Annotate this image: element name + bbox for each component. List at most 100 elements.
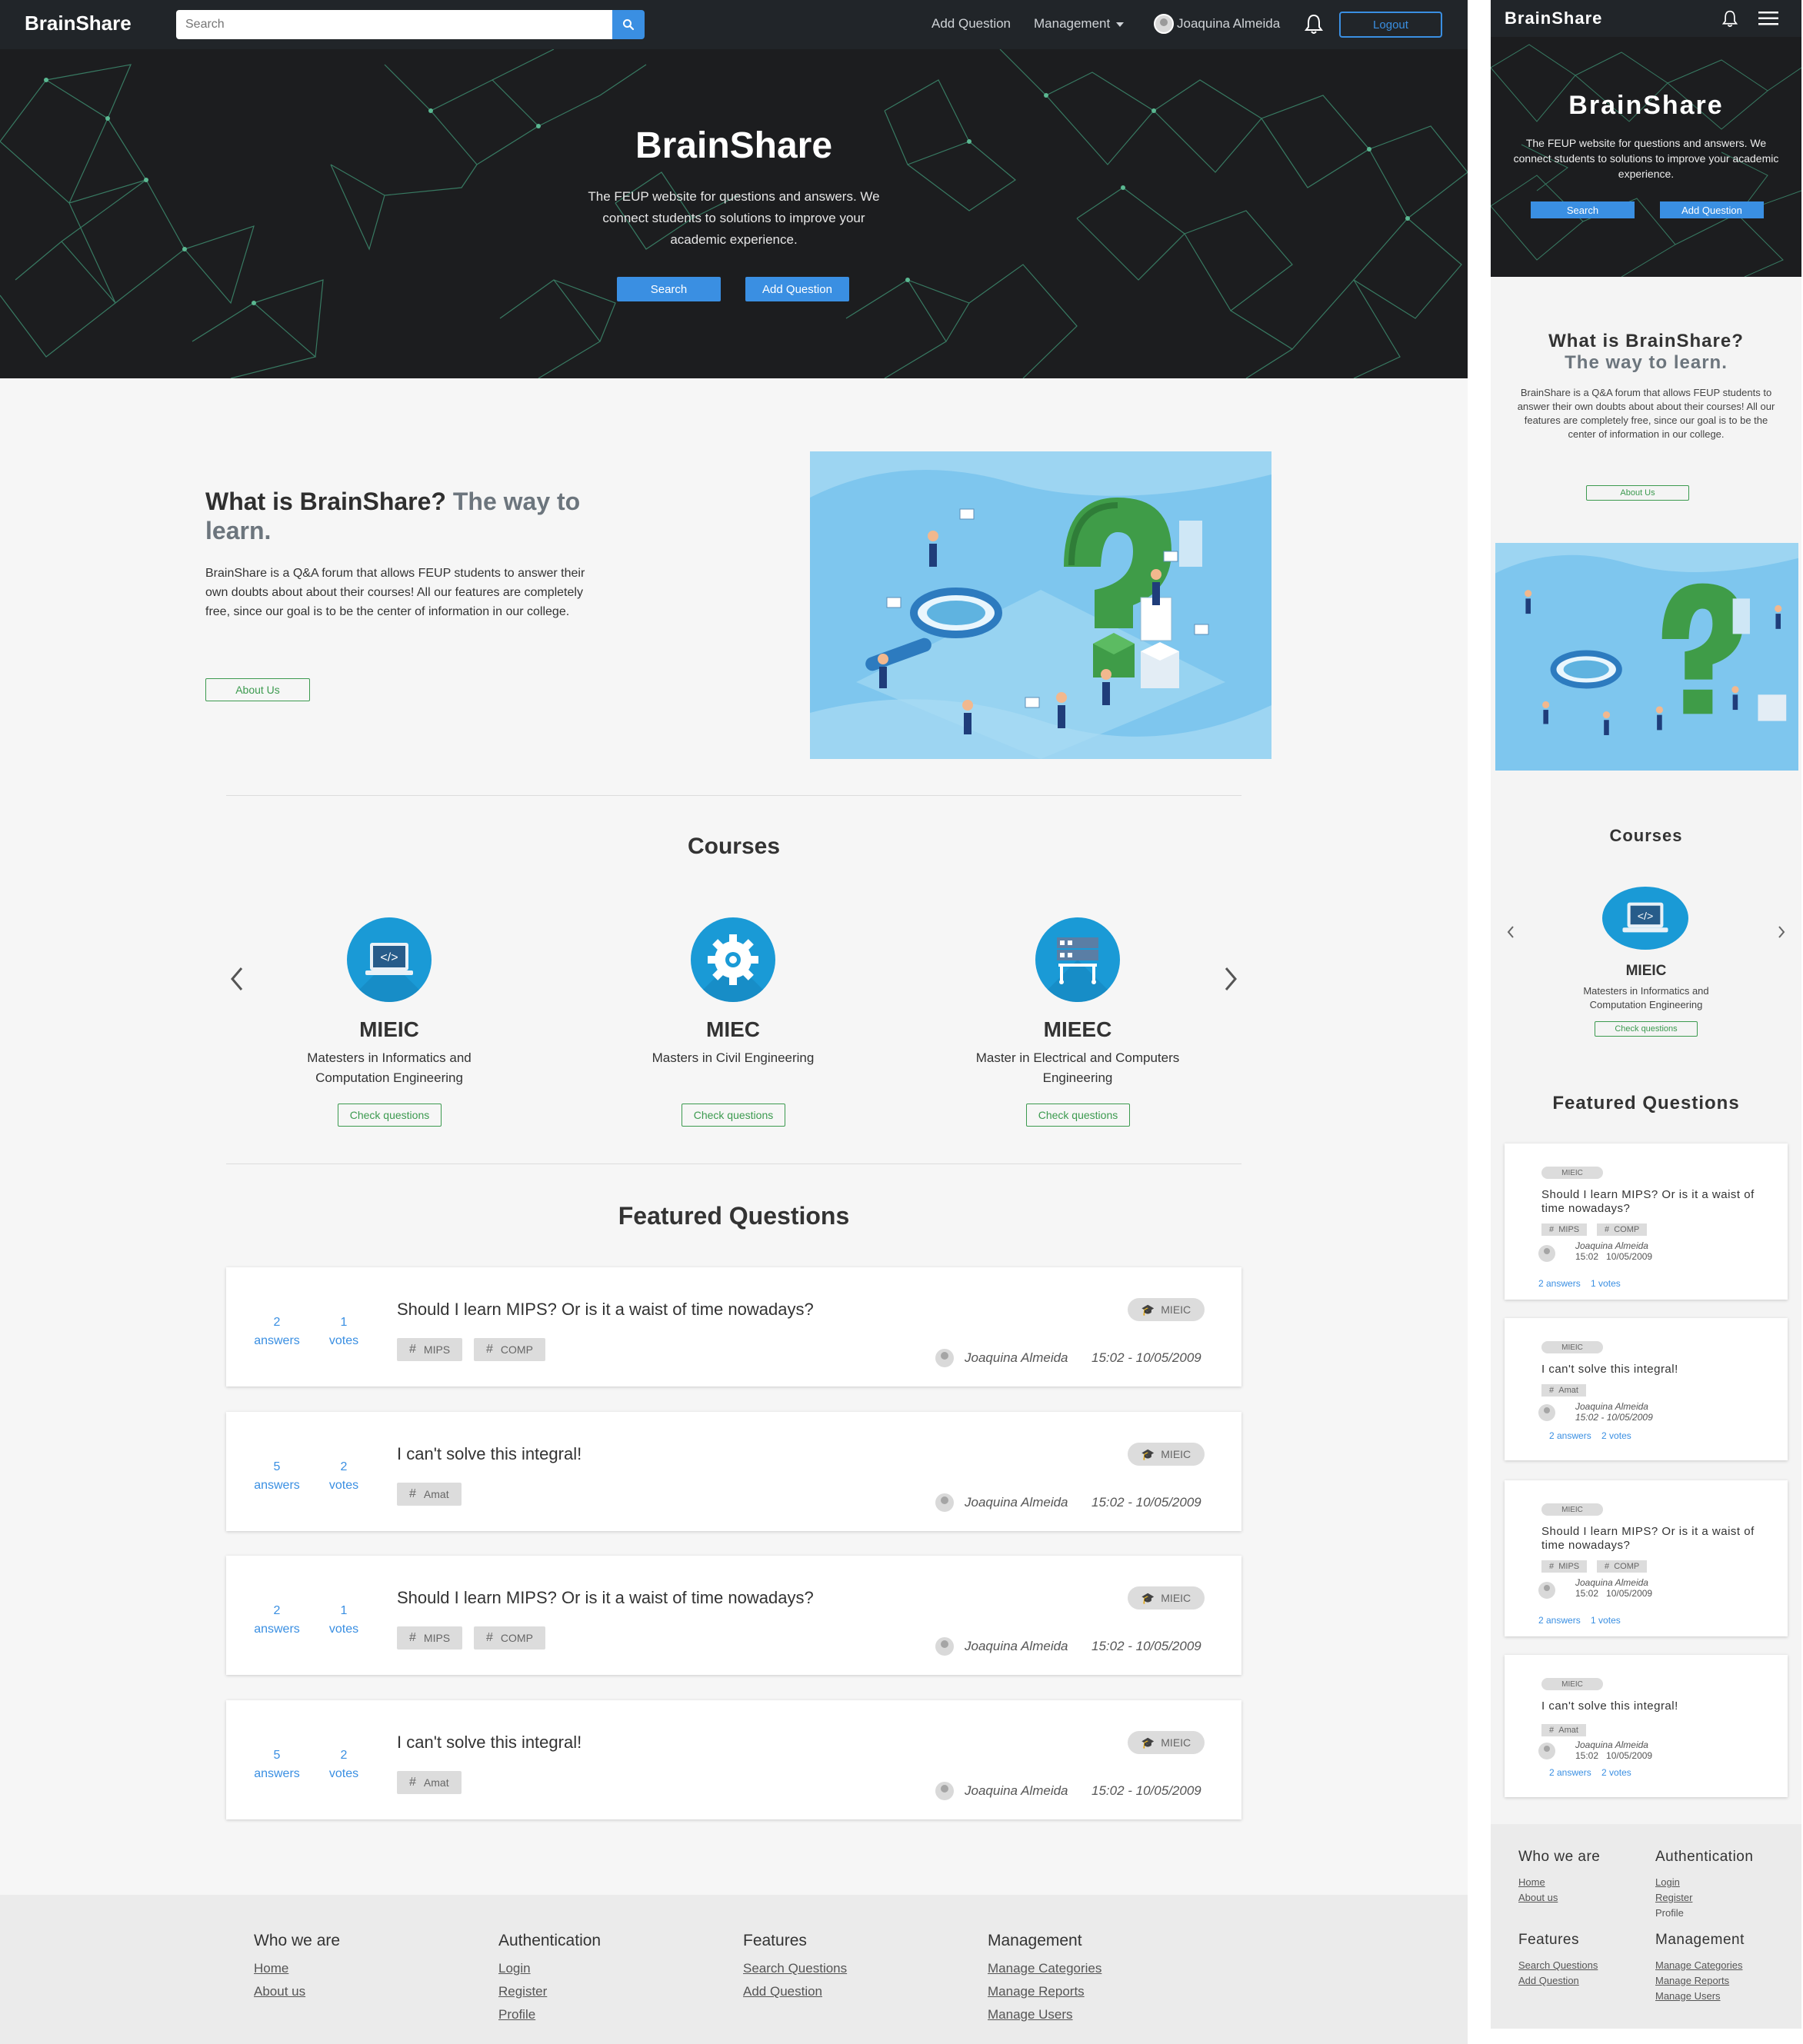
footer-link-about[interactable]: About us bbox=[254, 1984, 340, 1999]
course-badge[interactable]: 🎓 MIEIC bbox=[1128, 1586, 1205, 1610]
chevron-left-icon[interactable] bbox=[228, 966, 246, 992]
question-author[interactable]: Joaquina Almeida bbox=[1575, 1401, 1653, 1412]
tag-chip[interactable]: # Amat bbox=[397, 1483, 462, 1506]
tag-chip[interactable]: # Amat bbox=[1541, 1384, 1586, 1397]
question-author[interactable]: Joaquina Almeida bbox=[1575, 1240, 1652, 1251]
footer-link-register[interactable]: Register bbox=[498, 1984, 601, 1999]
tag-chip[interactable]: # COMP bbox=[1597, 1560, 1648, 1573]
footer-column-features: Features Search Questions Add Question bbox=[1518, 1932, 1598, 1990]
footer-link-login[interactable]: Login bbox=[498, 1961, 601, 1976]
votes-label: votes bbox=[328, 1623, 359, 1636]
question-title[interactable]: I can't solve this integral! bbox=[397, 1444, 582, 1464]
tag-chip[interactable]: # Amat bbox=[1541, 1724, 1586, 1736]
footer-link-manage-users[interactable]: Manage Users bbox=[988, 2007, 1101, 2022]
notification-bell-icon[interactable] bbox=[1304, 13, 1324, 38]
footer-link-manage-users[interactable]: Manage Users bbox=[1655, 1990, 1745, 2002]
avatar[interactable] bbox=[1154, 14, 1174, 34]
footer-link-manage-categories[interactable]: Manage Categories bbox=[988, 1961, 1101, 1976]
footer-link-register[interactable]: Register bbox=[1655, 1892, 1753, 1903]
question-title[interactable]: I can't solve this integral! bbox=[397, 1733, 582, 1753]
tag-chip[interactable]: # MIPS bbox=[397, 1338, 463, 1361]
question-title[interactable]: Should I learn MIPS? Or is it a waist of… bbox=[397, 1300, 814, 1320]
footer-link-manage-categories[interactable]: Manage Categories bbox=[1655, 1959, 1745, 1971]
question-card[interactable]: 2 answers 1 votes Should I learn MIPS? Or … bbox=[226, 1267, 1241, 1387]
question-card[interactable]: MIEIC I can't solve this integral! # Ama… bbox=[1505, 1655, 1788, 1797]
footer-link-about[interactable]: About us bbox=[1518, 1892, 1600, 1903]
course-badge[interactable]: MIEIC bbox=[1541, 1678, 1603, 1690]
question-card[interactable]: 5 answers 2 votes I can't solve this integ… bbox=[226, 1700, 1241, 1819]
question-meta: Joaquina Almeida 15:02 10/05/2009 bbox=[1575, 1240, 1652, 1262]
course-badge[interactable]: 🎓 MIEIC bbox=[1128, 1731, 1205, 1754]
hero-add-question-button[interactable]: Add Question bbox=[745, 277, 849, 301]
chevron-right-icon[interactable] bbox=[1221, 966, 1240, 992]
tag-chip[interactable]: # COMP bbox=[474, 1626, 545, 1650]
question-author[interactable]: Joaquina Almeida bbox=[965, 1495, 1068, 1510]
question-card[interactable]: MIEIC Should I learn MIPS? Or is it a wa… bbox=[1505, 1144, 1788, 1300]
question-title[interactable]: Should I learn MIPS? Or is it a waist of… bbox=[1541, 1188, 1765, 1216]
tag-chip[interactable]: # MIPS bbox=[1541, 1223, 1588, 1236]
footer-link-manage-reports[interactable]: Manage Reports bbox=[1655, 1975, 1745, 1986]
nav-management-dropdown[interactable]: Management bbox=[1034, 16, 1125, 32]
chevron-right-icon[interactable] bbox=[1777, 925, 1786, 939]
course-badge[interactable]: 🎓 MIEIC bbox=[1128, 1298, 1205, 1321]
tag-chip[interactable]: # MIPS bbox=[1541, 1560, 1588, 1573]
votes-value: 1 bbox=[340, 1604, 348, 1617]
brand-logo[interactable]: BrainShare bbox=[25, 12, 132, 35]
question-title[interactable]: I can't solve this integral! bbox=[1541, 1363, 1765, 1377]
footer-link-add-question[interactable]: Add Question bbox=[743, 1984, 847, 1999]
footer-link-add-question[interactable]: Add Question bbox=[1518, 1975, 1598, 1986]
question-card[interactable]: MIEIC I can't solve this integral! # Ama… bbox=[1505, 1318, 1788, 1460]
course-badge[interactable]: MIEIC bbox=[1541, 1341, 1603, 1353]
footer-link-profile[interactable]: Profile bbox=[498, 2007, 601, 2022]
footer-link-manage-reports[interactable]: Manage Reports bbox=[988, 1984, 1101, 1999]
question-author[interactable]: Joaquina Almeida bbox=[965, 1783, 1068, 1799]
question-title[interactable]: I can't solve this integral! bbox=[1541, 1699, 1765, 1713]
check-questions-button[interactable]: Check questions bbox=[682, 1104, 785, 1127]
footer-link-home[interactable]: Home bbox=[254, 1961, 340, 1976]
nav-add-question[interactable]: Add Question bbox=[931, 16, 1011, 32]
logout-button[interactable]: Logout bbox=[1339, 12, 1442, 38]
hero-search-button[interactable]: Search bbox=[617, 277, 721, 301]
course-badge-label: MIEIC bbox=[1161, 1448, 1191, 1460]
nav-user-name[interactable]: Joaquina Almeida bbox=[1177, 16, 1280, 32]
about-us-button[interactable]: About Us bbox=[1586, 485, 1689, 501]
hero-search-button[interactable]: Search bbox=[1531, 201, 1635, 218]
hero-add-question-button[interactable]: Add Question bbox=[1660, 201, 1764, 218]
check-questions-button[interactable]: Check questions bbox=[1595, 1021, 1698, 1037]
check-questions-button[interactable]: Check questions bbox=[338, 1104, 442, 1127]
question-author[interactable]: Joaquina Almeida bbox=[965, 1639, 1068, 1654]
question-title[interactable]: Should I learn MIPS? Or is it a waist of… bbox=[1541, 1525, 1765, 1553]
notification-bell-icon[interactable] bbox=[1721, 9, 1738, 28]
search-input[interactable] bbox=[176, 10, 612, 39]
chevron-left-icon[interactable] bbox=[1506, 925, 1515, 939]
question-card[interactable]: MIEIC Should I learn MIPS? Or is it a wa… bbox=[1505, 1480, 1788, 1636]
question-title[interactable]: Should I learn MIPS? Or is it a waist of… bbox=[397, 1588, 814, 1608]
course-badge[interactable]: MIEIC bbox=[1541, 1503, 1603, 1516]
question-card[interactable]: 5 answers 2 votes I can't solve this integ… bbox=[226, 1412, 1241, 1531]
check-questions-button[interactable]: Check questions bbox=[1026, 1104, 1130, 1127]
footer-link-login[interactable]: Login bbox=[1655, 1876, 1753, 1888]
tag-chip[interactable]: # COMP bbox=[1597, 1223, 1648, 1236]
brand-logo[interactable]: BrainShare bbox=[1505, 8, 1602, 28]
question-author[interactable]: Joaquina Almeida bbox=[965, 1350, 1068, 1366]
course-badge-label: MIEIC bbox=[1561, 1343, 1583, 1352]
question-author[interactable]: Joaquina Almeida bbox=[1575, 1577, 1652, 1588]
tag-chip[interactable]: # Amat bbox=[397, 1771, 462, 1794]
question-card[interactable]: 2 answers 1 votes Should I learn MIPS? Or … bbox=[226, 1556, 1241, 1675]
tag-chip[interactable]: # MIPS bbox=[397, 1626, 463, 1650]
question-author[interactable]: Joaquina Almeida bbox=[1575, 1739, 1652, 1750]
about-us-button[interactable]: About Us bbox=[205, 678, 310, 701]
course-description: Masters in Civil Engineering bbox=[652, 1050, 815, 1065]
hamburger-menu-icon[interactable] bbox=[1758, 11, 1778, 26]
footer-link-profile[interactable]: Profile bbox=[1655, 1907, 1753, 1919]
course-badge[interactable]: 🎓 MIEIC bbox=[1128, 1443, 1205, 1466]
footer-link-home[interactable]: Home bbox=[1518, 1876, 1600, 1888]
footer-link-search-questions[interactable]: Search Questions bbox=[1518, 1959, 1598, 1971]
footer-link-search-questions[interactable]: Search Questions bbox=[743, 1961, 847, 1976]
search-button[interactable] bbox=[612, 10, 645, 39]
course-badge[interactable]: MIEIC bbox=[1541, 1167, 1603, 1179]
tag-chip[interactable]: # COMP bbox=[474, 1338, 545, 1361]
section-divider bbox=[226, 1163, 1241, 1164]
footer-heading: Management bbox=[988, 1932, 1082, 1949]
about-text: BrainShare is a Q&A forum that allows FE… bbox=[1517, 387, 1775, 440]
